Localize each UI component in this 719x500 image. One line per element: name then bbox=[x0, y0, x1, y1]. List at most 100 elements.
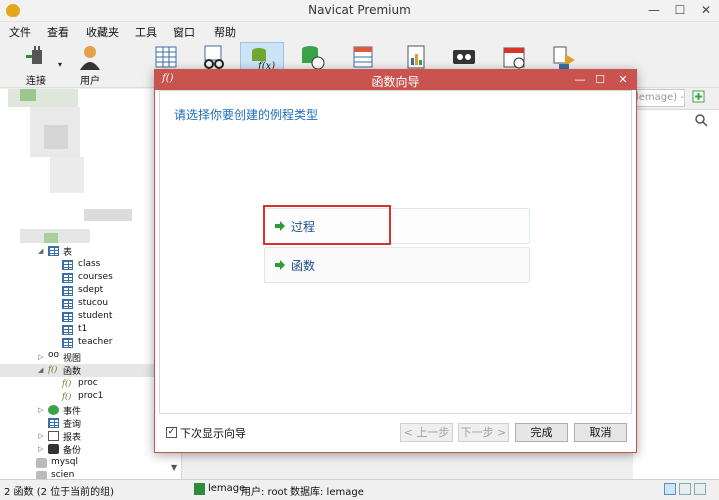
table-icon bbox=[62, 338, 73, 348]
app-titlebar: Navicat Premium — ☐ ✕ bbox=[0, 0, 719, 22]
green-arrow-icon bbox=[275, 260, 285, 270]
dialog-maximize-button[interactable]: ☐ bbox=[590, 70, 610, 90]
report-icon bbox=[48, 431, 59, 441]
plug-icon bbox=[26, 46, 42, 64]
view-mode-switcher bbox=[664, 483, 706, 495]
views-label: 视图 bbox=[63, 354, 82, 364]
dialog-content: 请选择你要创建的例程类型 过程 函数 bbox=[159, 90, 632, 414]
glasses-icon bbox=[204, 45, 224, 69]
table-icon bbox=[155, 46, 177, 68]
table-name: stucou bbox=[78, 298, 109, 308]
function-name: proc1 bbox=[78, 391, 104, 401]
close-button[interactable]: ✕ bbox=[693, 0, 719, 22]
dialog-footer: ✓ 下次显示向导 < 上一步 下一步 > 完成 取消 bbox=[155, 415, 636, 452]
query-grid-icon bbox=[353, 46, 373, 68]
menubar: 文件 查看 收藏夹 工具 窗口 帮助 bbox=[0, 22, 719, 40]
redacted-block bbox=[8, 89, 78, 107]
menu-help[interactable]: 帮助 bbox=[214, 24, 236, 40]
tape-backup-icon bbox=[453, 50, 475, 64]
glasses-icon: oo bbox=[48, 350, 60, 360]
menu-view[interactable]: 查看 bbox=[47, 24, 69, 40]
tables-label: 表 bbox=[63, 248, 73, 258]
queries-label: 查询 bbox=[63, 420, 82, 430]
next-button[interactable]: 下一步 > bbox=[458, 423, 509, 442]
finish-button[interactable]: 完成 bbox=[515, 423, 568, 442]
function-icon: f(x) bbox=[252, 48, 275, 71]
user-label: 用户 bbox=[80, 76, 100, 87]
expand-arrow-icon[interactable]: ▷ bbox=[38, 353, 43, 361]
tree-database-item[interactable]: scien bbox=[0, 470, 181, 479]
expand-arrow-icon[interactable]: ▷ bbox=[38, 406, 43, 414]
database-icon bbox=[36, 471, 47, 479]
list-view-icon[interactable] bbox=[664, 483, 676, 495]
dialog-minimize-button[interactable]: — bbox=[570, 70, 590, 90]
function-wizard-dialog: f() 函数向导 — ☐ ✕ 请选择你要创建的例程类型 过程 函数 ✓ 下次显示… bbox=[154, 69, 637, 453]
collapse-arrow-icon[interactable]: ◢ bbox=[38, 247, 43, 255]
icon-view-icon[interactable] bbox=[694, 483, 706, 495]
connection-name: lemage bbox=[208, 483, 246, 494]
user-status: 用户: root bbox=[241, 487, 288, 498]
tape-backup-icon bbox=[48, 444, 59, 454]
collapse-arrow-icon[interactable]: ◢ bbox=[38, 366, 43, 374]
redacted-block bbox=[44, 125, 68, 149]
function-icon: f() bbox=[62, 379, 72, 388]
app-title: Navicat Premium bbox=[308, 3, 411, 17]
detail-view-icon[interactable] bbox=[679, 483, 691, 495]
menu-tools[interactable]: 工具 bbox=[135, 24, 157, 40]
function-icon: f() bbox=[48, 365, 58, 374]
connect-dropdown-icon[interactable]: ▾ bbox=[58, 60, 62, 69]
calendar-icon bbox=[503, 47, 525, 69]
redacted-block bbox=[20, 89, 36, 101]
table-icon bbox=[62, 325, 73, 335]
cancel-button[interactable]: 取消 bbox=[574, 423, 627, 442]
option-function[interactable]: 函数 bbox=[264, 247, 530, 283]
table-name: student bbox=[78, 311, 113, 321]
events-label: 事件 bbox=[63, 407, 82, 417]
search-icon[interactable] bbox=[694, 113, 708, 127]
user-button[interactable]: 用户 bbox=[68, 42, 112, 87]
prev-button[interactable]: < 上一步 bbox=[400, 423, 453, 442]
database-icon bbox=[36, 458, 47, 468]
table-icon bbox=[62, 273, 73, 283]
redacted-block bbox=[44, 233, 58, 243]
backups-label: 备份 bbox=[63, 446, 82, 456]
add-object-icon[interactable] bbox=[692, 90, 706, 104]
reports-label: 报表 bbox=[63, 433, 82, 443]
table-icon bbox=[62, 312, 73, 322]
dialog-close-button[interactable]: ✕ bbox=[610, 70, 636, 90]
connect-button[interactable]: 连接 bbox=[14, 42, 58, 87]
expand-arrow-icon[interactable]: ▷ bbox=[38, 445, 43, 453]
table-name: t1 bbox=[78, 324, 88, 334]
table-icon bbox=[62, 286, 73, 296]
scroll-down-icon[interactable]: ▼ bbox=[171, 463, 177, 472]
table-name: sdept bbox=[78, 285, 104, 295]
show-wizard-checkbox[interactable]: ✓ bbox=[166, 427, 177, 438]
connect-label: 连接 bbox=[26, 76, 46, 87]
table-name: courses bbox=[78, 272, 113, 282]
menu-favorites[interactable]: 收藏夹 bbox=[86, 24, 119, 40]
dialog-window-controls: — ☐ ✕ bbox=[570, 70, 636, 90]
function-icon: f() bbox=[62, 392, 72, 401]
maximize-button[interactable]: ☐ bbox=[667, 0, 693, 22]
option-label: 函数 bbox=[291, 259, 316, 273]
object-search-field[interactable]: lemage) - 表 bbox=[633, 89, 685, 107]
menu-window[interactable]: 窗口 bbox=[173, 24, 195, 40]
window-controls: — ☐ ✕ bbox=[641, 0, 719, 22]
highlight-annotation bbox=[263, 205, 391, 245]
report-icon bbox=[407, 45, 425, 69]
function-name: proc bbox=[78, 378, 98, 388]
database-name: mysql bbox=[51, 457, 78, 467]
user-icon bbox=[80, 46, 100, 70]
statusbar: 2 函数 (2 位于当前的组) lemage 用户: root 数据库: lem… bbox=[0, 479, 719, 500]
selection-status: 2 函数 (2 位于当前的组) bbox=[4, 487, 115, 498]
redacted-block bbox=[50, 157, 84, 193]
table-icon bbox=[62, 260, 73, 270]
expand-arrow-icon[interactable]: ▷ bbox=[38, 432, 43, 440]
menu-file[interactable]: 文件 bbox=[9, 24, 31, 40]
tree-database-item[interactable]: mysql bbox=[0, 457, 181, 470]
database-status: 数据库: lemage bbox=[290, 487, 364, 498]
database-name: scien bbox=[51, 470, 75, 479]
redacted-block bbox=[84, 209, 132, 221]
database-clock-icon bbox=[302, 46, 325, 70]
minimize-button[interactable]: — bbox=[641, 0, 667, 22]
